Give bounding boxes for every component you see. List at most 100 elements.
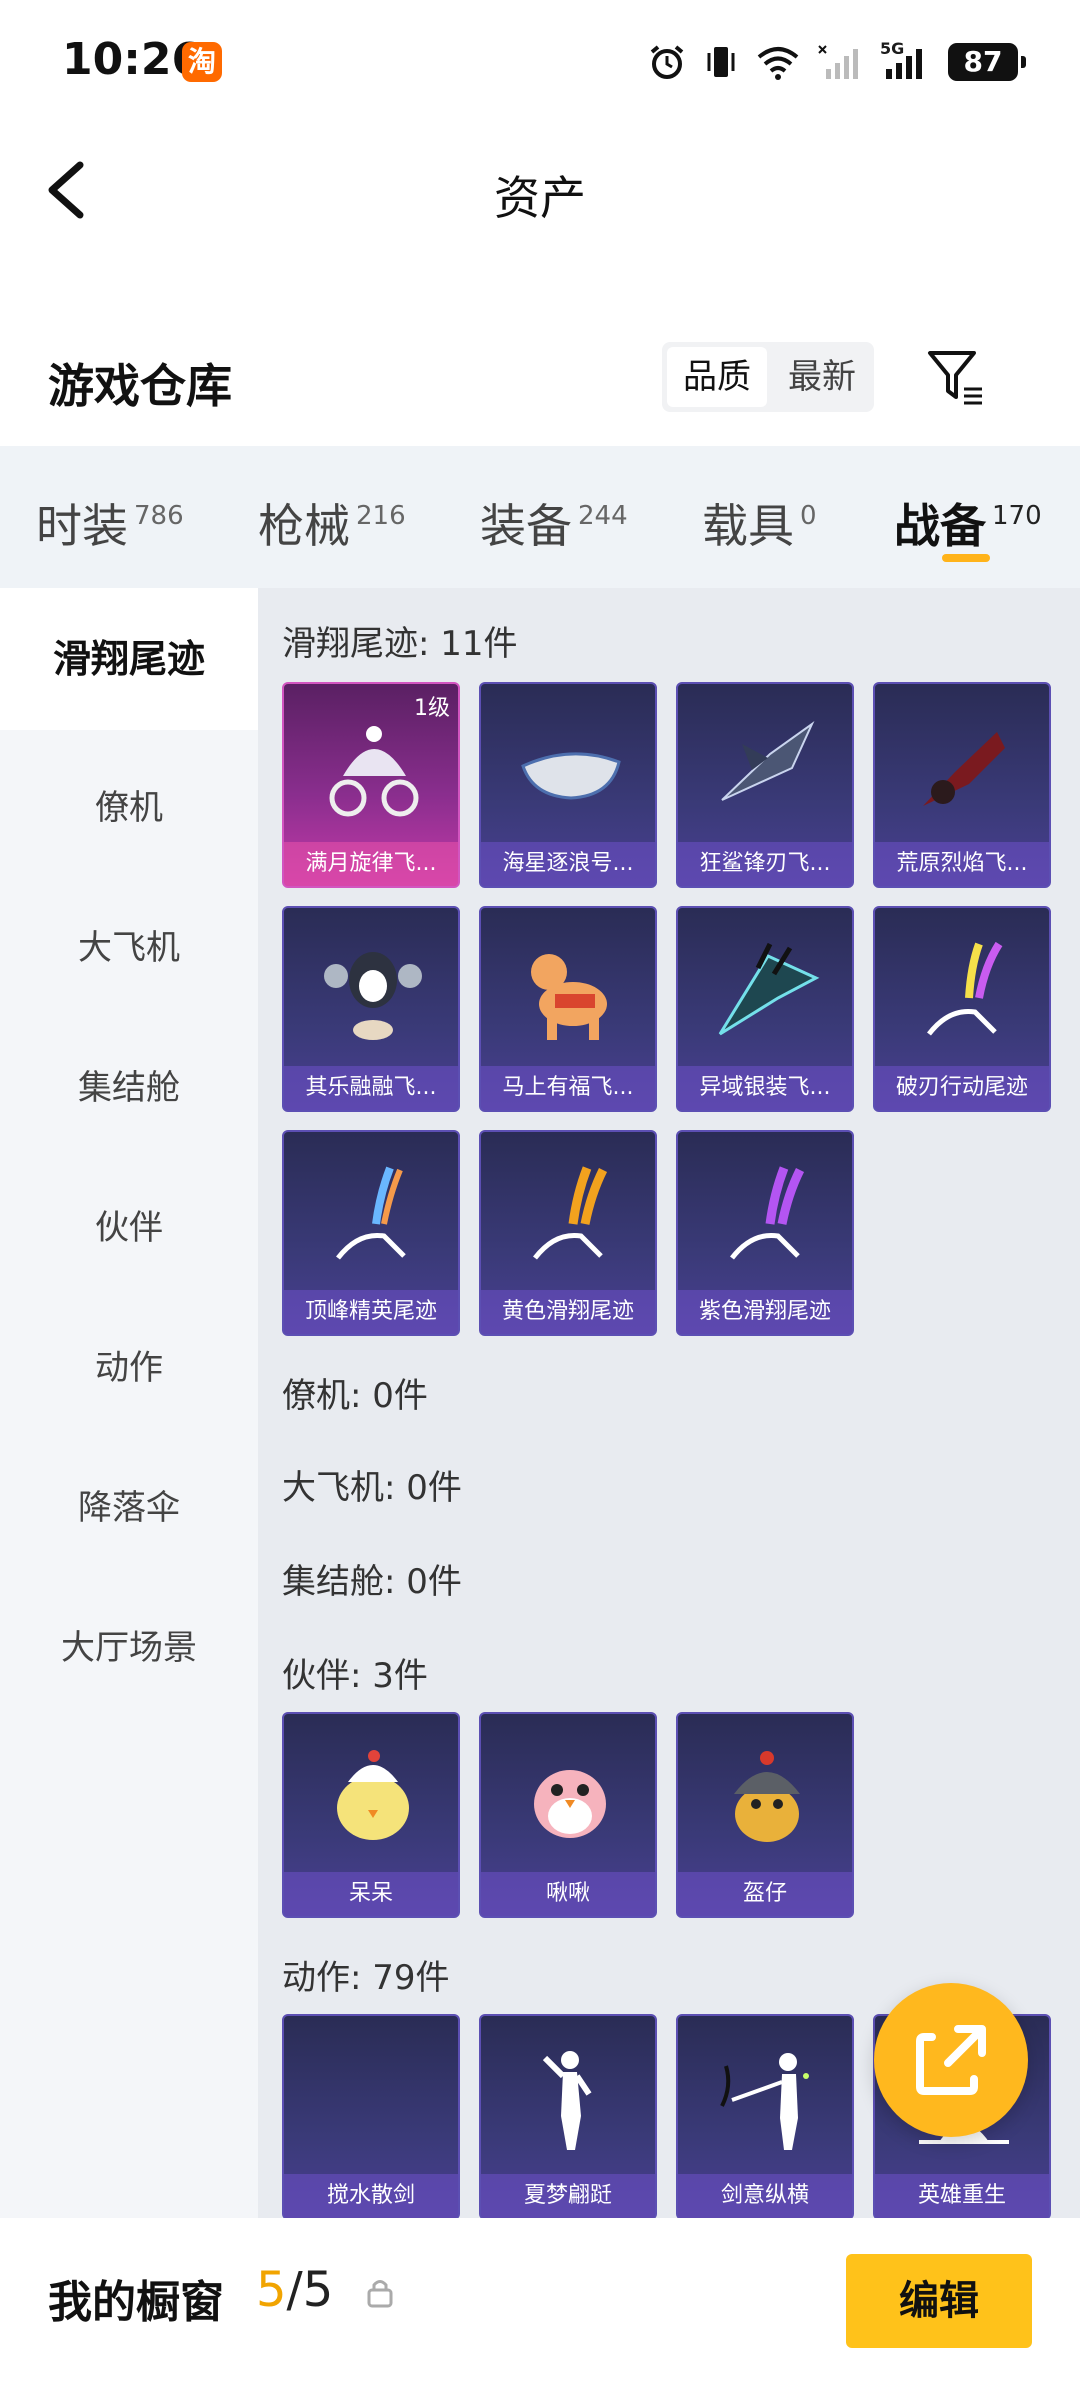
item-card[interactable]: 剑意纵横 [676, 2014, 854, 2218]
tab-count: 0 [800, 501, 817, 531]
smoke-trail-icon [730, 1166, 805, 1260]
item-card[interactable]: 啾啾 [479, 1712, 657, 1918]
tab-count: 244 [578, 501, 628, 531]
tab-vehicles[interactable]: 载具 0 [702, 490, 817, 556]
showcase-count-current: 5 [256, 2262, 287, 2318]
item-name: 夏梦翩跹 [481, 2174, 655, 2218]
item-card[interactable]: 狂鲨锋刃飞... [676, 682, 854, 888]
tab-label: 载具 [702, 499, 794, 553]
sidebar: 滑翔尾迹 僚机 大飞机 集结舱 伙伴 动作 降落伞 大厅场景 [0, 588, 258, 2218]
item-card[interactable]: 荒原烈焰飞... [873, 682, 1051, 888]
sidebar-item-glide-trail[interactable]: 滑翔尾迹 [0, 588, 258, 730]
sort-latest-button[interactable]: 最新 [770, 347, 874, 407]
filter-icon[interactable] [924, 345, 988, 409]
bottom-bar: 我的橱窗 5/5 编辑 [0, 2218, 1080, 2382]
sort-quality-button[interactable]: 品质 [667, 347, 767, 407]
smoke-trail-icon [336, 1166, 406, 1260]
horse-glider-icon [531, 954, 607, 1040]
item-name: 英雄重生 [875, 2174, 1049, 2218]
item-name: 盔仔 [678, 1872, 852, 1916]
item-card[interactable]: 夏梦翩跹 [479, 2014, 657, 2218]
item-name: 马上有福飞... [481, 1066, 655, 1110]
tab-equipment[interactable]: 装备 244 [480, 490, 628, 556]
page-title: 资产 [494, 171, 586, 225]
item-grid-panel: 滑翔尾迹: 11件 1级 满月旋律飞... 海星逐浪号... 狂鲨锋刃飞... … [258, 588, 1080, 2218]
category-tabs: 时装 786 枪械 216 装备 244 载具 0 战备 170 [0, 446, 1080, 588]
item-name: 荒原烈焰飞... [875, 842, 1049, 886]
item-name: 呆呆 [284, 1872, 458, 1916]
signal-off-icon [818, 45, 858, 79]
showcase-count: 5/5 [256, 2262, 333, 2318]
status-bar: 10:26 淘 5G 87 [0, 0, 1080, 120]
sidebar-item-plane[interactable]: 大飞机 [0, 920, 258, 969]
sidebar-item-parachute[interactable]: 降落伞 [0, 1480, 258, 1529]
sidebar-item-wingman[interactable]: 僚机 [0, 780, 258, 829]
item-card[interactable]: 紫色滑翔尾迹 [676, 1130, 854, 1336]
tab-guns[interactable]: 枪械 216 [258, 490, 406, 556]
item-name: 海星逐浪号... [481, 842, 655, 886]
group-title-partner: 伙伴: 3件 [282, 1656, 428, 1696]
sidebar-item-partner[interactable]: 伙伴 [0, 1200, 258, 1249]
item-name: 异域银装飞... [678, 1066, 852, 1110]
sidebar-item-pod[interactable]: 集结舱 [0, 1060, 258, 1109]
taobao-app-icon: 淘 [182, 42, 222, 82]
helmet-chick-icon [734, 1751, 800, 1842]
item-card[interactable]: 1级 满月旋律飞... [282, 682, 460, 888]
tab-count: 786 [134, 501, 184, 531]
active-tab-indicator [942, 554, 990, 562]
sidebar-item-lobby-scene[interactable]: 大厅场景 [0, 1620, 258, 1669]
boat-icon [521, 752, 621, 800]
item-name: 狂鲨锋刃飞... [678, 842, 852, 886]
item-card[interactable]: 顶峰精英尾迹 [282, 1130, 460, 1336]
bird-icon [534, 1770, 606, 1838]
item-card[interactable]: 搅水散剑 [282, 2014, 460, 2218]
item-card[interactable]: 呆呆 [282, 1712, 460, 1918]
section-title: 游戏仓库 [48, 359, 232, 413]
tab-count: 216 [356, 501, 406, 531]
item-name: 搅水散剑 [284, 2174, 458, 2218]
item-name: 其乐融融飞... [284, 1066, 458, 1110]
item-card[interactable]: 盔仔 [676, 1712, 854, 1918]
item-name: 紫色滑翔尾迹 [678, 1290, 852, 1334]
network-label: 5G [880, 39, 905, 58]
sidebar-item-emote[interactable]: 动作 [0, 1340, 258, 1389]
item-card[interactable]: 黄色滑翔尾迹 [479, 1130, 657, 1336]
alarm-icon [650, 45, 684, 79]
sword-figure-icon [720, 2053, 809, 2150]
flame-glider-icon [923, 732, 1005, 806]
group-title-plane: 大飞机: 0件 [282, 1468, 462, 1508]
tab-count: 170 [992, 501, 1042, 531]
item-card[interactable]: 马上有福飞... [479, 906, 657, 1112]
external-link-icon [916, 2025, 986, 2095]
group-title-pod: 集结舱: 0件 [282, 1562, 462, 1602]
wifi-icon [757, 47, 799, 80]
share-fab[interactable] [874, 1983, 1028, 2137]
item-name: 破刃行动尾迹 [875, 1066, 1049, 1110]
carriage-icon [329, 726, 419, 817]
tab-label: 时装 [36, 499, 128, 553]
group-title-glide: 滑翔尾迹: 11件 [282, 624, 518, 664]
tab-battle-gear[interactable]: 战备 170 [894, 490, 1042, 556]
group-title-emote: 动作: 79件 [282, 1958, 450, 1998]
item-card[interactable]: 其乐融融飞... [282, 906, 460, 1112]
item-name: 剑意纵横 [678, 2174, 852, 2218]
edit-button[interactable]: 编辑 [846, 2254, 1032, 2348]
smoke-trail-icon [927, 941, 1003, 1036]
tab-label: 装备 [480, 499, 572, 553]
item-name: 满月旋律飞... [284, 842, 458, 886]
item-card[interactable]: 异域银装飞... [676, 906, 854, 1112]
item-name: 顶峰精英尾迹 [284, 1290, 458, 1334]
battery-icon: 87 [948, 43, 1026, 81]
showcase-count-total: /5 [286, 2262, 334, 2318]
status-icons: 5G 87 [648, 39, 1026, 84]
lock-icon[interactable] [365, 2276, 395, 2308]
tab-fashion[interactable]: 时装 786 [36, 490, 184, 556]
tab-label: 枪械 [258, 499, 350, 553]
signal-5g-icon: 5G [880, 39, 930, 81]
item-card[interactable]: 破刃行动尾迹 [873, 906, 1051, 1112]
sort-toggle: 品质 最新 [662, 342, 874, 412]
showcase-title: 我的橱窗 [48, 2277, 224, 2328]
tab-label: 战备 [894, 499, 986, 553]
item-card[interactable]: 海星逐浪号... [479, 682, 657, 888]
vibrate-icon [707, 47, 735, 77]
